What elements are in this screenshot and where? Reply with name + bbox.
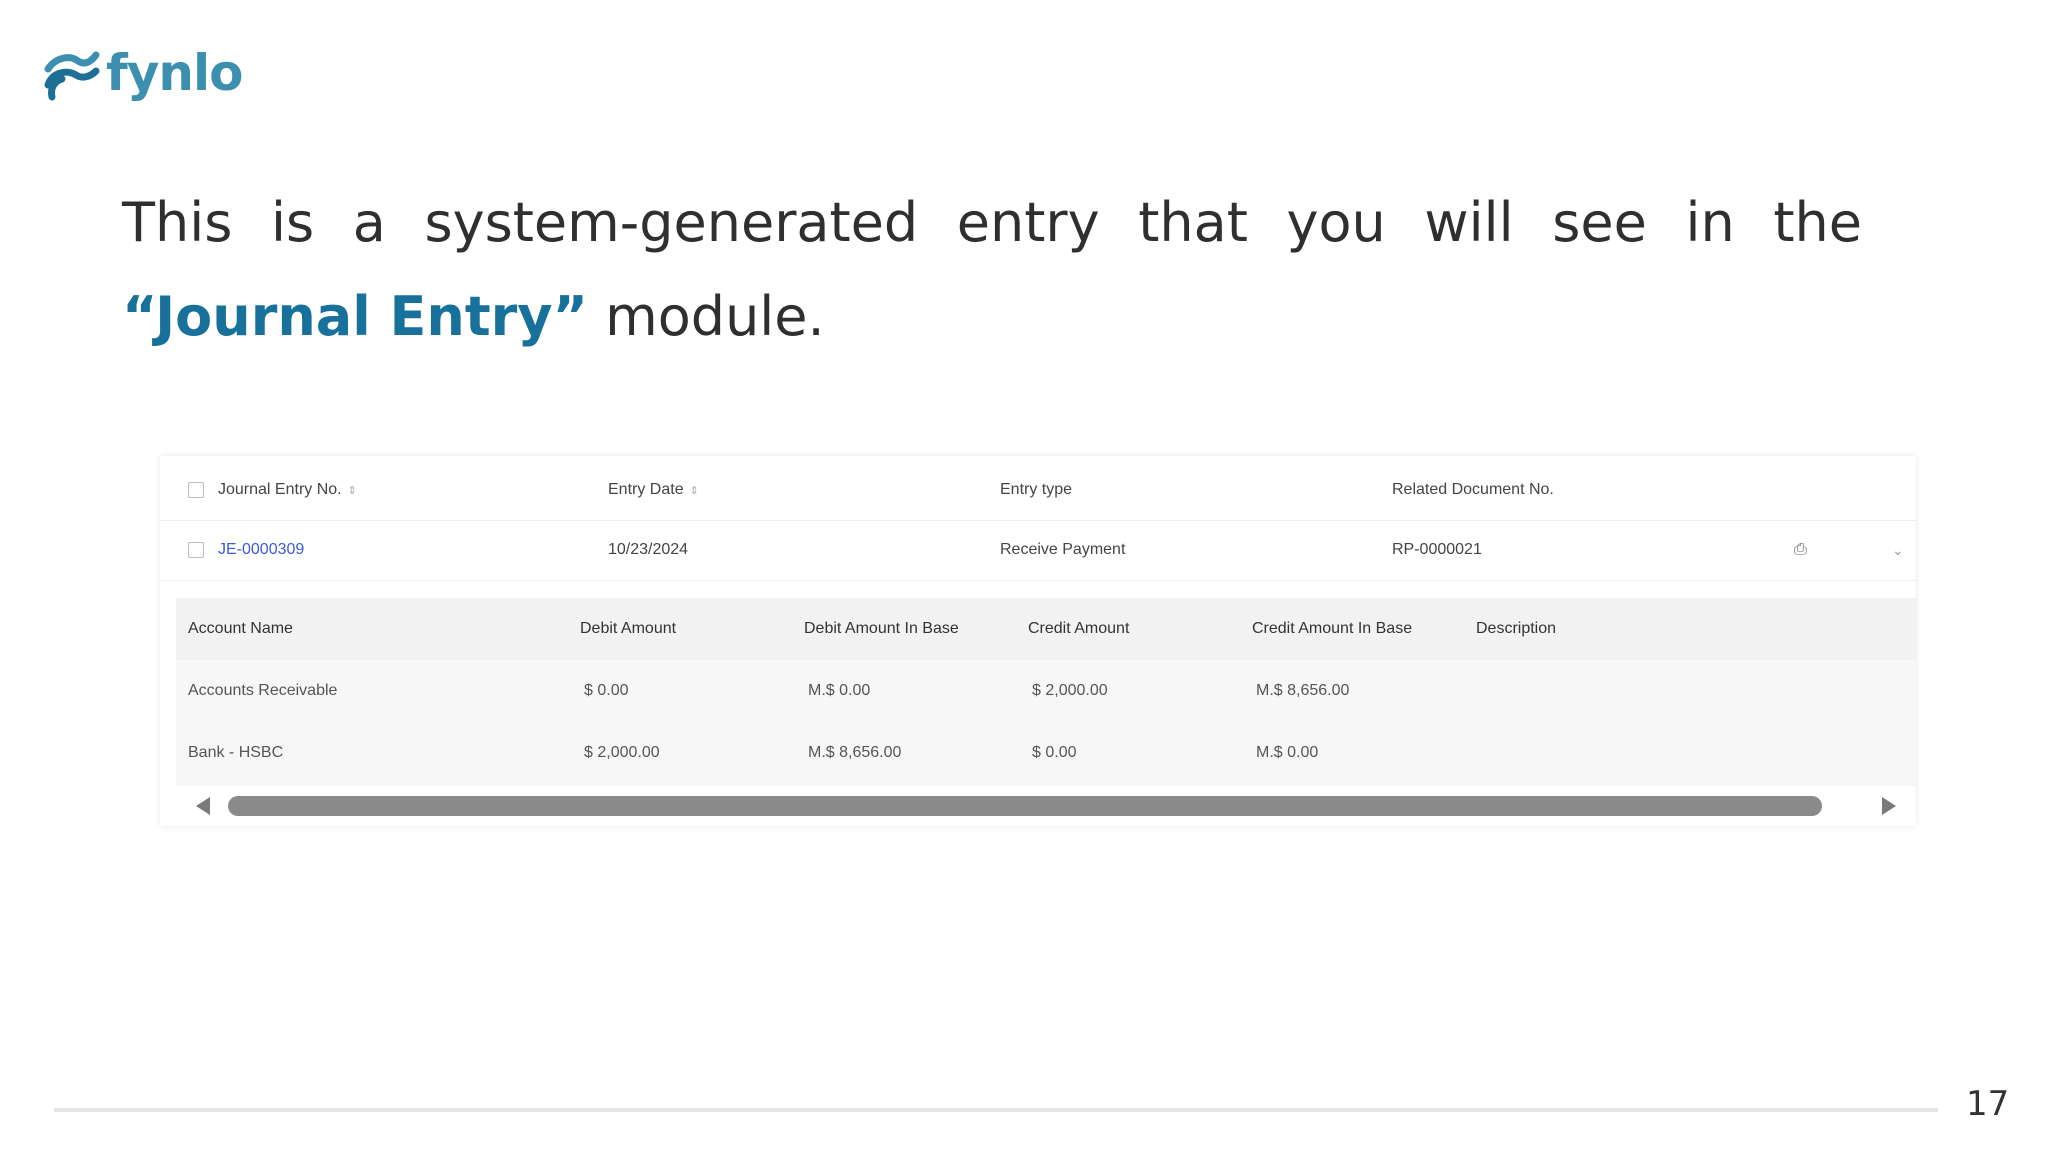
print-icon[interactable]: ⎙	[1794, 520, 1807, 580]
account-name: Accounts Receivable	[188, 682, 338, 699]
col-debit-amount-base: Debit Amount In Base	[804, 620, 959, 637]
table-header: Journal Entry No. ⇕ Entry Date ⇕ Entry typ…	[160, 460, 1916, 521]
scroll-left-arrow-icon[interactable]	[196, 797, 210, 815]
debit-amount-base: M.$ 8,656.00	[808, 744, 902, 761]
journal-entry-link[interactable]: JE-0000309	[218, 520, 304, 580]
entry-detail-table: Account Name Debit Amount Debit Amount I…	[176, 598, 1916, 786]
brand-name: fynlo	[106, 44, 243, 102]
debit-amount-base: M.$ 0.00	[808, 682, 871, 699]
detail-header: Account Name Debit Amount Debit Amount I…	[176, 598, 1916, 660]
wave-logo-icon	[44, 51, 100, 101]
horizontal-scrollbar[interactable]	[176, 786, 1916, 824]
select-all-checkbox[interactable]	[188, 482, 204, 498]
scrollbar-thumb[interactable]	[228, 796, 1822, 816]
scroll-right-arrow-icon[interactable]	[1882, 797, 1896, 815]
col-credit-amount: Credit Amount	[1028, 620, 1130, 637]
credit-amount: $ 0.00	[1032, 744, 1077, 761]
col-debit-amount: Debit Amount	[580, 620, 677, 637]
detail-row: Bank - HSBC $ 2,000.00 M.$ 8,656.00 $ 0.…	[176, 722, 1916, 784]
col-journal-entry-no[interactable]: Journal Entry No. ⇕	[218, 460, 357, 520]
related-document-value: RP-0000021	[1392, 541, 1482, 558]
entry-date-value: 10/23/2024	[608, 541, 689, 558]
col-entry-date[interactable]: Entry Date ⇕	[608, 460, 699, 520]
col-description: Description	[1476, 620, 1557, 637]
credit-amount-base: M.$ 8,656.00	[1256, 682, 1350, 699]
heading-highlight: “Journal Entry”	[122, 285, 588, 348]
credit-amount-base: M.$ 0.00	[1256, 744, 1319, 761]
heading-text-end: module.	[588, 285, 825, 348]
sort-icon[interactable]: ⇕	[690, 484, 699, 497]
credit-amount: $ 2,000.00	[1032, 682, 1108, 699]
footer-divider	[54, 1108, 1938, 1112]
row-checkbox[interactable]	[188, 542, 204, 558]
page-number: 17	[1966, 1084, 2010, 1124]
chevron-down-icon[interactable]: ⌄	[1892, 520, 1904, 580]
heading-text-start: This is a system-generated entry that yo…	[122, 191, 1862, 254]
brand-logo: fynlo	[42, 38, 243, 108]
col-entry-type: Entry type	[1000, 481, 1073, 498]
debit-amount: $ 0.00	[584, 682, 629, 699]
slide-heading: This is a system-generated entry that yo…	[122, 176, 1862, 364]
col-account-name: Account Name	[188, 620, 293, 637]
table-row: JE-0000309 10/23/2024 Receive Payment RP…	[160, 520, 1916, 581]
debit-amount: $ 2,000.00	[584, 744, 660, 761]
col-related-document-no: Related Document No.	[1392, 481, 1554, 498]
sort-icon[interactable]: ⇕	[348, 484, 357, 497]
col-credit-amount-base: Credit Amount In Base	[1252, 620, 1413, 637]
account-name: Bank - HSBC	[188, 744, 284, 761]
detail-row: Accounts Receivable $ 0.00 M.$ 0.00 $ 2,…	[176, 660, 1916, 722]
entry-type-value: Receive Payment	[1000, 541, 1126, 558]
journal-entry-table-screenshot: Journal Entry No. ⇕ Entry Date ⇕ Entry typ…	[160, 456, 1916, 826]
